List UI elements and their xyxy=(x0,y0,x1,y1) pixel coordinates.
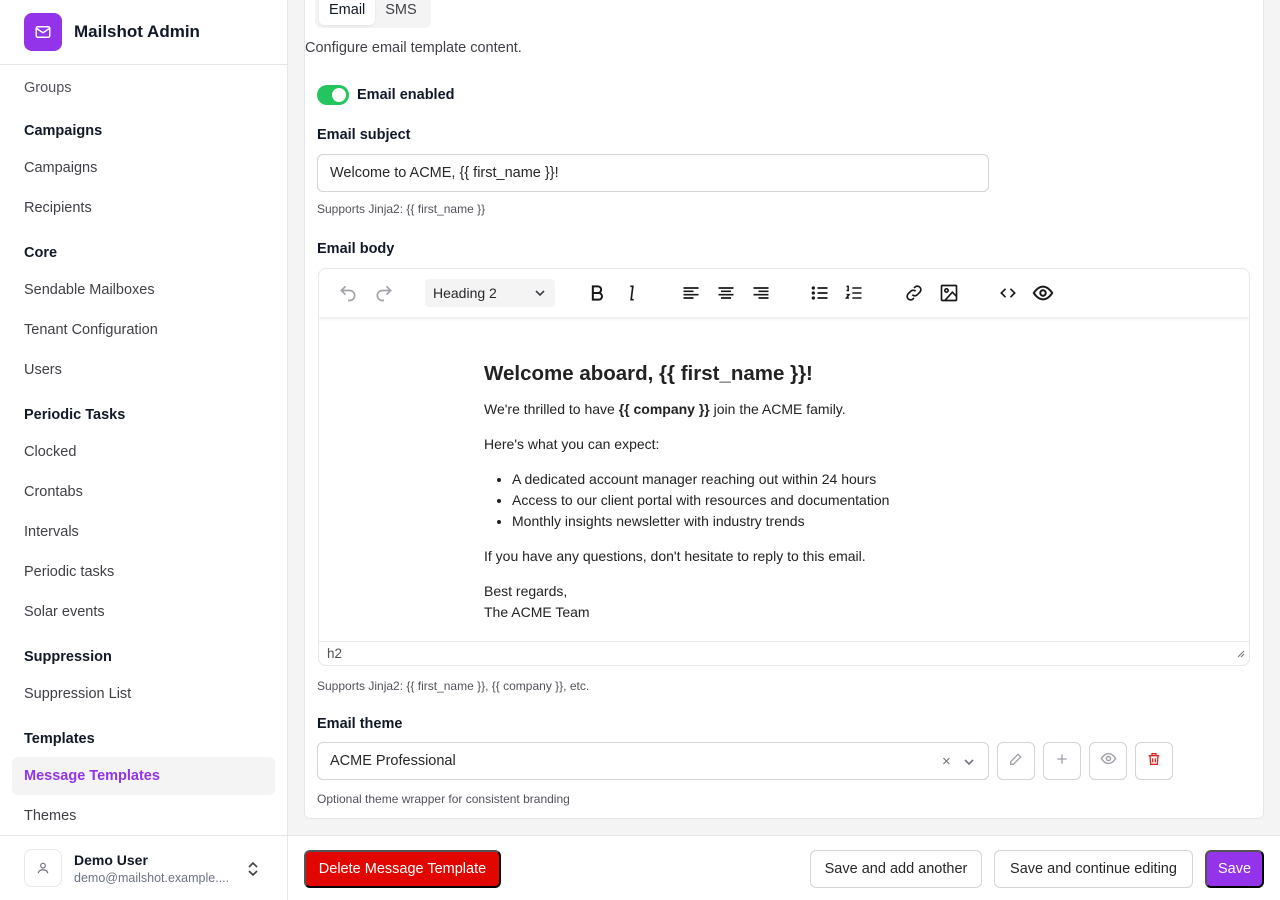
body-questions: If you have any questions, don't hesitat… xyxy=(484,548,866,564)
block-format-value: Heading 2 xyxy=(433,285,497,301)
email-theme-help: Optional theme wrapper for consistent br… xyxy=(317,792,570,806)
email-enabled-row: Email enabled xyxy=(317,85,455,105)
save-and-add-another-button[interactable]: Save and add another xyxy=(810,850,982,888)
channel-tabs: Email SMS xyxy=(315,0,431,28)
list-item: Access to our client portal with resourc… xyxy=(512,490,1084,511)
sidebar-heading-periodic-tasks: Periodic Tasks xyxy=(24,407,126,423)
email-body-help: Supports Jinja2: {{ first_name }}, {{ co… xyxy=(317,679,590,693)
sidebar-heading-templates: Templates xyxy=(24,731,95,747)
italic-icon[interactable] xyxy=(620,281,644,305)
align-left-icon[interactable] xyxy=(679,281,703,305)
user-avatar-icon xyxy=(24,849,62,887)
image-icon[interactable] xyxy=(937,281,961,305)
sidebar-heading-campaigns: Campaigns xyxy=(24,123,103,139)
chevron-up-down-icon[interactable] xyxy=(246,860,260,883)
email-theme-select[interactable]: ACME Professional × xyxy=(317,742,989,780)
email-subject-help: Supports Jinja2: {{ first_name }} xyxy=(317,202,486,216)
delete-theme-button[interactable] xyxy=(1135,742,1173,780)
email-body-label: Email body xyxy=(317,241,395,257)
sidebar-item-clocked[interactable]: Clocked xyxy=(12,433,275,471)
user-name: Demo User xyxy=(74,851,148,868)
clear-icon[interactable]: × xyxy=(942,753,951,770)
sidebar-item-recipients[interactable]: Recipients xyxy=(12,189,275,227)
body-heading: Welcome aboard, {{ first_name }}! xyxy=(484,362,813,385)
trash-icon xyxy=(1146,751,1162,772)
eye-icon xyxy=(1100,750,1117,772)
sidebar-item-solar-events[interactable]: Solar events xyxy=(12,593,275,631)
brand[interactable]: Mailshot Admin xyxy=(0,0,287,65)
user-email: demo@mailshot.example.... xyxy=(74,870,230,885)
mail-icon xyxy=(24,13,62,51)
sidebar-item-periodic-tasks[interactable]: Periodic tasks xyxy=(12,553,275,591)
body-intro: We're thrilled to have {{ company }} joi… xyxy=(484,401,846,417)
tab-sms[interactable]: SMS xyxy=(375,0,426,25)
email-enabled-toggle[interactable] xyxy=(317,85,349,105)
fieldset-description: Configure email template content. xyxy=(305,40,522,56)
sidebar-item-intervals[interactable]: Intervals xyxy=(12,513,275,551)
email-fieldset: Email SMS Configure email template conte… xyxy=(304,0,1264,819)
chevron-down-icon[interactable] xyxy=(962,755,976,773)
main-content: Email SMS Configure email template conte… xyxy=(288,0,1280,835)
email-enabled-label: Email enabled xyxy=(357,87,455,103)
save-and-continue-button[interactable]: Save and continue editing xyxy=(994,850,1193,888)
align-right-icon[interactable] xyxy=(749,281,773,305)
sidebar-item-sendable-mailboxes[interactable]: Sendable Mailboxes xyxy=(12,271,275,309)
editor-content-area[interactable]: Welcome aboard, {{ first_name }}! We're … xyxy=(319,317,1249,641)
add-theme-button[interactable] xyxy=(1043,742,1081,780)
email-theme-label: Email theme xyxy=(317,716,403,732)
pencil-icon xyxy=(1008,751,1024,772)
tab-email[interactable]: Email xyxy=(319,0,376,25)
sidebar-item-users[interactable]: Users xyxy=(12,351,275,389)
link-icon[interactable] xyxy=(902,281,926,305)
block-format-select[interactable]: Heading 2 xyxy=(425,279,555,307)
edit-theme-button[interactable] xyxy=(997,742,1035,780)
sidebar-item-tenant-configuration[interactable]: Tenant Configuration xyxy=(12,311,275,349)
align-center-icon[interactable] xyxy=(714,281,738,305)
element-path[interactable]: h2 xyxy=(327,646,342,661)
sidebar-item-themes[interactable]: Themes xyxy=(12,797,275,835)
sidebar-heading-suppression: Suppression xyxy=(24,649,112,665)
sidebar-item-suppression-list[interactable]: Suppression List xyxy=(12,675,275,713)
sidebar: Mailshot Admin Groups Campaigns Campaign… xyxy=(0,0,288,900)
sidebar-item-groups[interactable]: Groups xyxy=(12,69,275,107)
bullet-list-icon[interactable] xyxy=(808,281,832,305)
source-code-icon[interactable] xyxy=(996,281,1020,305)
sidebar-item-campaigns[interactable]: Campaigns xyxy=(12,149,275,187)
email-subject-input[interactable]: Welcome to ACME, {{ first_name }}! xyxy=(317,154,989,192)
numbered-list-icon[interactable] xyxy=(842,281,866,305)
editor-toolbar: Heading 2 xyxy=(319,269,1249,317)
body-signoff: Best regards, The ACME Team xyxy=(484,583,590,620)
sidebar-item-crontabs[interactable]: Crontabs xyxy=(12,473,275,511)
bold-icon[interactable] xyxy=(585,281,609,305)
view-theme-button[interactable] xyxy=(1089,742,1127,780)
email-subject-label: Email subject xyxy=(317,127,411,143)
list-item: A dedicated account manager reaching out… xyxy=(512,469,1084,490)
chevron-down-icon xyxy=(533,286,547,303)
save-button[interactable]: Save xyxy=(1205,850,1264,888)
sidebar-heading-core: Core xyxy=(24,245,58,261)
undo-icon[interactable] xyxy=(336,281,360,305)
user-menu[interactable]: Demo User demo@mailshot.example.... xyxy=(0,835,287,900)
plus-icon xyxy=(1054,751,1070,772)
delete-template-button[interactable]: Delete Message Template xyxy=(304,850,501,888)
body-bullet-list: A dedicated account manager reaching out… xyxy=(512,469,1084,532)
list-item: Monthly insights newsletter with industr… xyxy=(512,511,1084,532)
app-title: Mailshot Admin xyxy=(74,22,200,41)
rich-text-editor: Heading 2 Welcome aboard, {{first_name … xyxy=(318,268,1250,666)
email-body-content: Welcome aboard, {{ first_name }}! We're … xyxy=(484,361,1084,637)
sidebar-item-message-templates[interactable]: Message Templates xyxy=(12,757,275,795)
redo-icon[interactable] xyxy=(372,281,396,305)
resize-handle-icon[interactable] xyxy=(1235,646,1245,661)
editor-statusbar: h2 xyxy=(319,641,1249,665)
submit-row: Delete Message Template Save and add ano… xyxy=(288,835,1280,900)
sidebar-nav: Groups Campaigns Campaigns Recipients Co… xyxy=(0,65,287,835)
preview-eye-icon[interactable] xyxy=(1031,281,1055,305)
body-expect: Here's what you can expect: xyxy=(484,436,660,452)
email-theme-value: ACME Professional xyxy=(330,753,456,769)
